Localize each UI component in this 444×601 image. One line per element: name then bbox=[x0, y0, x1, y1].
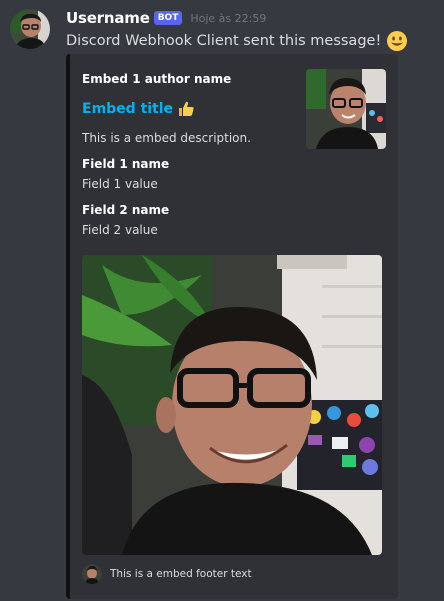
message-header: Username BOT Hoje às 22:59 bbox=[66, 8, 266, 28]
embed-main-image[interactable] bbox=[82, 255, 382, 555]
message-content: Discord Webhook Client sent this message… bbox=[66, 30, 408, 52]
embed-title-text[interactable]: Embed title bbox=[82, 101, 173, 117]
embed-card: Embed 1 author name Embed title This is … bbox=[66, 54, 398, 599]
embed-description: This is a embed description. bbox=[82, 131, 251, 145]
smiley-emoji-icon bbox=[386, 30, 408, 52]
embed-footer: This is a embed footer text bbox=[82, 564, 252, 584]
embed-title[interactable]: Embed title bbox=[82, 100, 195, 118]
user-avatar[interactable] bbox=[10, 9, 50, 49]
field-1-name: Field 1 name bbox=[82, 157, 170, 171]
embed-thumbnail-image[interactable] bbox=[306, 69, 386, 149]
timestamp: Hoje às 22:59 bbox=[190, 11, 267, 25]
embed-footer-text: This is a embed footer text bbox=[110, 568, 252, 580]
field-1-value: Field 1 value bbox=[82, 177, 158, 191]
embed-author-name: Embed 1 author name bbox=[82, 72, 232, 86]
field-2-value: Field 2 value bbox=[82, 223, 158, 237]
field-2-name: Field 2 name bbox=[82, 203, 170, 217]
thumbs-up-emoji-icon bbox=[177, 100, 195, 118]
bot-badge: BOT bbox=[153, 11, 183, 25]
username[interactable]: Username bbox=[66, 9, 150, 27]
footer-avatar-icon bbox=[82, 564, 102, 584]
message-text: Discord Webhook Client sent this message… bbox=[66, 33, 382, 49]
message: Username BOT Hoje às 22:59 Discord Webho… bbox=[0, 0, 444, 601]
